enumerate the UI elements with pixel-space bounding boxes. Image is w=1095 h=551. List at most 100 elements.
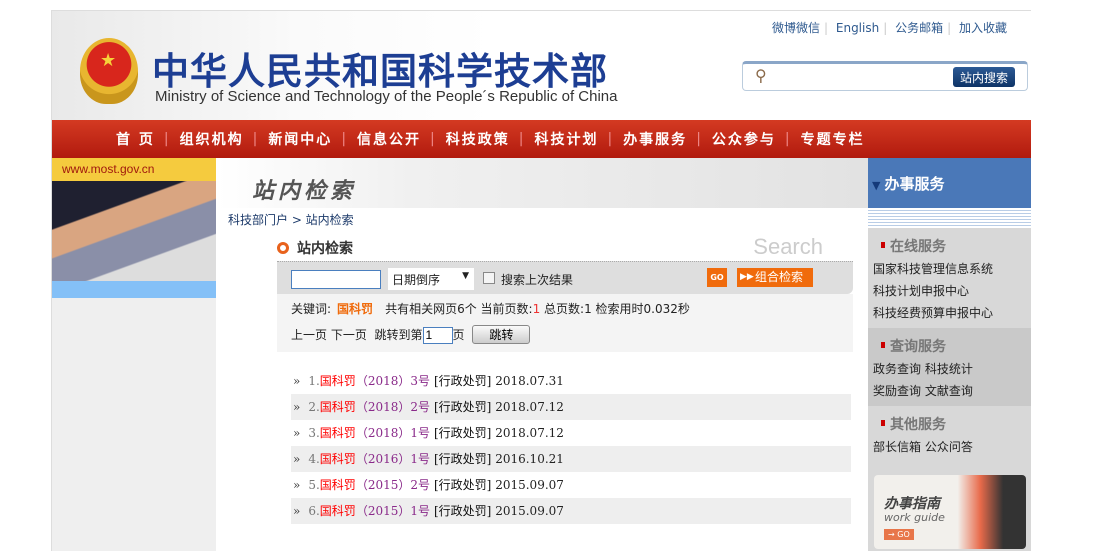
result-keyword[interactable]: 国科罚	[320, 426, 356, 440]
jump-label: 跳转到第	[374, 328, 423, 342]
link-minister-mail[interactable]: 部长信箱 公众问答	[873, 436, 1026, 458]
result-number[interactable]: （2018）2号	[356, 400, 430, 414]
result-date: 2018.07.12	[495, 400, 564, 414]
nav-info[interactable]: 信息公开	[357, 129, 421, 149]
laptop-photo	[52, 181, 216, 281]
result-keyword[interactable]: 国科罚	[320, 452, 356, 466]
nav-home[interactable]: 首 页	[116, 129, 155, 149]
result-date: 2018.07.12	[495, 426, 564, 440]
sort-select[interactable]: 日期倒序 ▼	[388, 268, 474, 290]
result-category: [行政处罚]	[434, 400, 492, 414]
site-search-button[interactable]: 站内搜索	[953, 67, 1015, 87]
nav-news[interactable]: 新闻中心	[268, 129, 332, 149]
blue-bar	[52, 281, 216, 298]
summary-row: 关键词: 国科罚 共有相关网页6个 当前页数:1 总页数:1 检索用时0.032秒	[291, 300, 839, 317]
result-number[interactable]: （2015）2号	[356, 478, 430, 492]
link-english[interactable]: English	[836, 21, 879, 35]
result-number[interactable]: （2018）3号	[356, 374, 430, 388]
guide-title: 办事指南	[884, 496, 940, 512]
result-keyword[interactable]: 国科罚	[320, 400, 356, 414]
result-category: [行政处罚]	[434, 426, 492, 440]
link-mail[interactable]: 公务邮箱	[895, 21, 943, 35]
double-chevron-right-icon: »	[293, 426, 301, 440]
double-chevron-right-icon: »	[293, 400, 301, 414]
search-icon: ⚲	[755, 66, 767, 85]
search-box: 日期倒序 ▼ 搜索上次结果 GO ▶▶ 组合检索	[277, 261, 853, 294]
search-previous-checkbox[interactable]	[483, 272, 495, 284]
combined-search-button[interactable]: ▶▶ 组合检索	[737, 268, 813, 287]
bullet-icon	[881, 342, 885, 348]
link-budget-apply[interactable]: 科技经费预算申报中心	[873, 302, 1026, 324]
link-award-query[interactable]: 奖励查询 文献查询	[873, 380, 1026, 402]
circle-icon	[277, 242, 289, 254]
result-date: 2018.07.31	[495, 374, 564, 388]
group-online: 在线服务 国家科技管理信息系统 科技计划申报中心 科技经费预算申报中心	[868, 228, 1031, 328]
page-number-input[interactable]	[422, 326, 453, 344]
result-index: 2.	[308, 400, 320, 414]
result-index: 1.	[308, 374, 320, 388]
next-page-link[interactable]: 下一页	[331, 328, 367, 342]
result-category: [行政处罚]	[434, 374, 492, 388]
result-item[interactable]: » 2.国科罚（2018）2号 [行政处罚] 2018.07.12	[291, 394, 851, 420]
bullet-icon	[881, 420, 885, 426]
result-keyword[interactable]: 国科罚	[320, 374, 356, 388]
group-title: 其他服务	[890, 417, 946, 433]
result-category: [行政处罚]	[434, 452, 492, 466]
result-index: 4.	[308, 452, 320, 466]
result-index: 5.	[308, 478, 320, 492]
national-emblem-logo[interactable]: ★	[80, 38, 138, 104]
chevron-down-icon: ▼	[462, 271, 469, 281]
group-title: 在线服务	[890, 239, 946, 255]
keyword-input[interactable]	[291, 270, 381, 289]
page: ★ 中华人民共和国科学技术部 Ministry of Science and T…	[51, 10, 1031, 551]
result-number[interactable]: （2016）1号	[356, 452, 430, 466]
total-pages: 1	[584, 302, 592, 316]
result-item[interactable]: » 6.国科罚（2015）1号 [行政处罚] 2015.09.07	[291, 498, 851, 524]
link-gov-query[interactable]: 政务查询 科技统计	[873, 358, 1026, 380]
result-number[interactable]: （2018）1号	[356, 426, 430, 440]
work-guide-banner[interactable]: 办事指南 work guide → GO	[874, 475, 1026, 549]
pager-row: 上一页 下一页 跳转到第 页 跳转	[291, 325, 839, 344]
guide-go-button[interactable]: → GO	[884, 529, 914, 540]
link-weibo[interactable]: 微博微信	[772, 21, 820, 35]
result-item[interactable]: » 4.国科罚（2016）1号 [行政处罚] 2016.10.21	[291, 446, 851, 472]
main-content: 站内检索 科技部门户 > 站内检索 站内检索 Search 日期倒序 ▼ 搜索上次…	[217, 158, 868, 551]
nav-service[interactable]: 办事服务	[623, 129, 687, 149]
result-category: [行政处罚]	[434, 478, 492, 492]
prev-page-link[interactable]: 上一页	[291, 328, 327, 342]
nav-topics[interactable]: 专题专栏	[801, 129, 865, 149]
nav-policy[interactable]: 科技政策	[446, 129, 510, 149]
go-button[interactable]: GO	[707, 268, 727, 287]
jump-button[interactable]: 跳转	[472, 325, 531, 344]
summary-text: 共有相关网页6个 当前页数:	[385, 302, 533, 316]
main-nav: 首 页 | 组织机构 | 新闻中心 | 信息公开 | 科技政策 | 科技计划 | 办事服务 |…	[52, 120, 1031, 158]
result-item[interactable]: » 5.国科罚（2015）2号 [行政处罚] 2015.09.07	[291, 472, 851, 498]
sidebar-title: 办事服务	[884, 175, 945, 193]
header: ★ 中华人民共和国科学技术部 Ministry of Science and T…	[52, 10, 1031, 120]
group-other: 其他服务 部长信箱 公众问答	[868, 406, 1031, 462]
keyword-label: 关键词:	[291, 302, 332, 316]
result-number[interactable]: （2015）1号	[356, 504, 430, 518]
link-plan-apply[interactable]: 科技计划申报中心	[873, 280, 1026, 302]
double-chevron-right-icon: »	[293, 452, 301, 466]
result-keyword[interactable]: 国科罚	[320, 504, 356, 518]
divider	[868, 208, 1031, 228]
link-sci-mgmt-system[interactable]: 国家科技管理信息系统	[873, 258, 1026, 280]
result-keyword[interactable]: 国科罚	[320, 478, 356, 492]
nav-public[interactable]: 公众参与	[712, 129, 776, 149]
site-title-cn: 中华人民共和国科学技术部	[152, 50, 608, 93]
nav-org[interactable]: 组织机构	[180, 129, 244, 149]
result-date: 2015.09.07	[495, 504, 564, 518]
breadcrumb[interactable]: 科技部门户 > 站内检索	[228, 211, 354, 228]
result-item[interactable]: » 3.国科罚（2018）1号 [行政处罚] 2018.07.12	[291, 420, 851, 446]
result-date: 2016.10.21	[495, 452, 564, 466]
page-banner: 站内检索	[217, 158, 868, 208]
right-sidebar: ▼ 办事服务 在线服务 国家科技管理信息系统 科技计划申报中心 科技经费预算申报中…	[868, 158, 1031, 551]
group-query: 查询服务 政务查询 科技统计 奖励查询 文献查询	[868, 328, 1031, 406]
nav-plan[interactable]: 科技计划	[534, 129, 598, 149]
result-item[interactable]: » 1.国科罚（2018）3号 [行政处罚] 2018.07.31	[291, 368, 851, 394]
double-chevron-right-icon: »	[293, 504, 301, 518]
combined-search-label: 组合检索	[755, 270, 804, 284]
link-bookmark[interactable]: 加入收藏	[959, 21, 1007, 35]
sidebar-header: ▼ 办事服务	[868, 158, 1031, 208]
